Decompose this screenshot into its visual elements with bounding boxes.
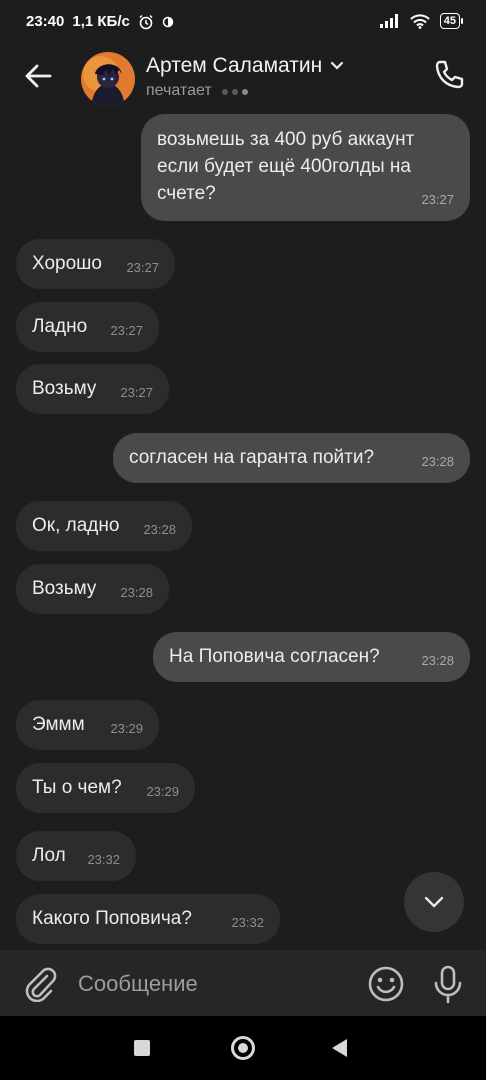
message-input[interactable]: [76, 964, 360, 1004]
arrow-left-icon[interactable]: [22, 60, 54, 92]
signal-icon: [379, 14, 398, 28]
smiley-icon[interactable]: [366, 964, 406, 1004]
message-time: 23:28: [120, 585, 153, 600]
network-speed: 1,1 КБ/с: [72, 13, 130, 30]
message-time: 23:27: [126, 260, 159, 275]
message-bubble[interactable]: Хорошо 23:27: [16, 239, 175, 289]
contact-name: Артем Саламатин: [146, 54, 323, 77]
message-bubble[interactable]: Возьму 23:27: [16, 364, 169, 414]
message-bubble[interactable]: Ты о чем? 23:29: [16, 763, 195, 813]
battery-indicator: 45: [439, 13, 464, 29]
message-composer: [0, 950, 486, 1016]
message-list[interactable]: возьмешь за 400 руб аккаунт если будет е…: [0, 110, 486, 950]
message-time: 23:27: [110, 323, 143, 338]
clock: 23:40: [26, 13, 65, 30]
message-bubble[interactable]: Лол 23:32: [16, 831, 136, 881]
scroll-to-bottom-button[interactable]: [404, 872, 464, 932]
message-bubble[interactable]: возьмешь за 400 руб аккаунт если будет е…: [141, 114, 470, 221]
message-text: На Поповича согласен?: [169, 646, 380, 667]
message-text: возьмешь за 400 руб аккаунт если будет е…: [157, 129, 415, 204]
message-time: 23:28: [421, 454, 454, 469]
message-time: 23:27: [421, 192, 454, 207]
phone-icon[interactable]: [432, 58, 466, 92]
status-left: 23:40 1,1 КБ/с: [26, 13, 174, 30]
message-bubble[interactable]: Ок, ладно 23:28: [16, 501, 192, 551]
typing-label: печатает: [146, 82, 212, 99]
message-time: 23:29: [110, 721, 143, 736]
chevron-down-icon: [424, 896, 444, 908]
recents-icon[interactable]: [134, 1040, 150, 1056]
message-time: 23:32: [87, 852, 120, 867]
message-bubble[interactable]: На Поповича согласен? 23:28: [153, 632, 470, 682]
chat-header: Артем Саламатин печатает: [0, 44, 486, 110]
avatar[interactable]: [81, 52, 135, 106]
chevron-down-icon: [331, 61, 344, 70]
status-right: 45: [379, 13, 464, 29]
message-time: 23:28: [143, 522, 176, 537]
typing-status: печатает: [146, 82, 252, 100]
back-triangle-icon[interactable]: [332, 1039, 347, 1057]
data-saver-icon: [162, 16, 174, 27]
status-bar: 23:40 1,1 КБ/с 45: [0, 0, 486, 44]
paperclip-icon[interactable]: [20, 964, 58, 1002]
message-bubble[interactable]: Какого Поповича? 23:32: [16, 894, 280, 944]
message-text: согласен на гаранта пойти?: [129, 447, 375, 468]
message-bubble[interactable]: Возьму 23:28: [16, 564, 169, 614]
message-time: 23:27: [120, 385, 153, 400]
alarm-icon: [139, 14, 153, 29]
contact-name-row[interactable]: Артем Саламатин: [146, 54, 344, 78]
message-time: 23:28: [421, 653, 454, 668]
typing-dots-icon: [221, 82, 252, 100]
message-time: 23:32: [231, 915, 264, 930]
microphone-icon[interactable]: [430, 964, 466, 1004]
message-text: Какого Поповича?: [32, 908, 192, 929]
home-icon[interactable]: [231, 1036, 255, 1060]
message-bubble[interactable]: согласен на гаранта пойти? 23:28: [113, 433, 470, 483]
system-nav-bar: [0, 1016, 486, 1080]
message-bubble[interactable]: Эммм 23:29: [16, 700, 159, 750]
message-bubble[interactable]: Ладно 23:27: [16, 302, 159, 352]
wifi-icon: [410, 13, 430, 29]
message-time: 23:29: [146, 784, 179, 799]
